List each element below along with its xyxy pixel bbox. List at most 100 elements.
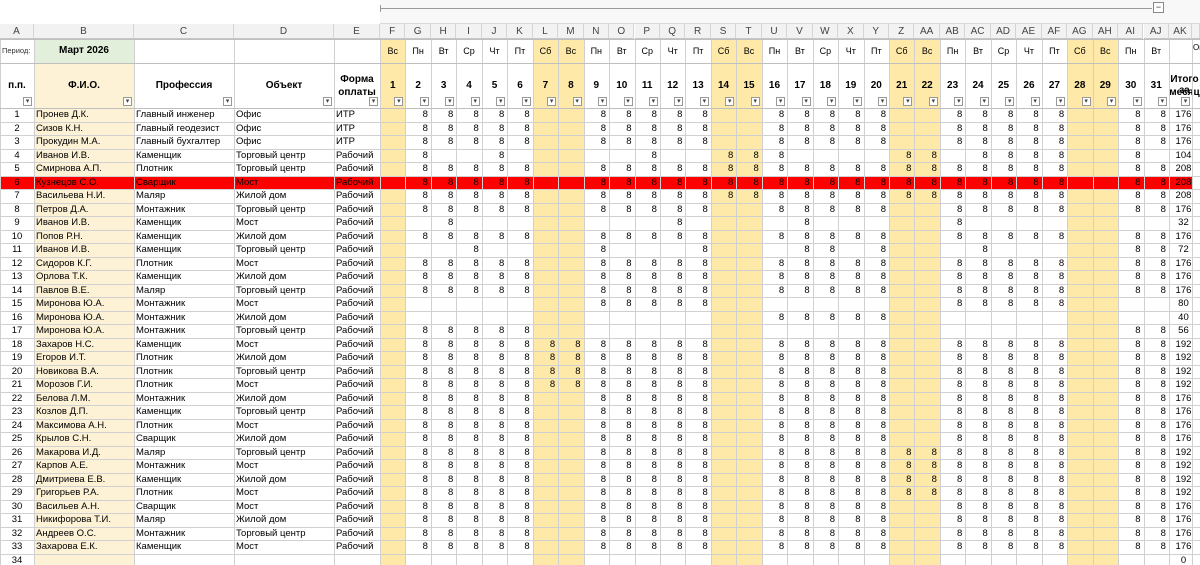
- hours-cell[interactable]: 8: [1042, 500, 1067, 514]
- hours-cell[interactable]: 8: [1042, 513, 1067, 527]
- pay-form-cell[interactable]: Рабочий: [336, 203, 379, 217]
- period-value-cell[interactable]: Март 2026: [34, 39, 134, 63]
- hours-cell[interactable]: 8: [507, 162, 532, 176]
- hours-cell[interactable]: 8: [787, 527, 812, 541]
- hours-cell[interactable]: 8: [787, 446, 812, 460]
- hours-cell[interactable]: 8: [838, 378, 863, 392]
- hours-cell[interactable]: 8: [762, 392, 787, 406]
- column-header-q[interactable]: Q: [659, 24, 686, 39]
- hours-cell[interactable]: 8: [787, 473, 812, 487]
- hours-cell[interactable]: 8: [685, 108, 710, 122]
- hours-cell[interactable]: 8: [1042, 284, 1067, 298]
- hours-cell[interactable]: 8: [762, 459, 787, 473]
- hours-cell[interactable]: 8: [864, 203, 889, 217]
- hours-cell[interactable]: 8: [456, 324, 481, 338]
- hours-cell[interactable]: 8: [711, 176, 736, 190]
- object-cell[interactable]: Мост: [236, 486, 333, 500]
- employee-name-cell[interactable]: Макарова И.Д.: [36, 446, 133, 460]
- hours-cell[interactable]: 8: [1016, 189, 1041, 203]
- hours-cell[interactable]: 8: [431, 500, 456, 514]
- hours-cell[interactable]: 8: [660, 486, 685, 500]
- hours-cell[interactable]: 8: [558, 351, 583, 365]
- hours-cell[interactable]: 8: [965, 419, 990, 433]
- hours-cell[interactable]: 8: [762, 162, 787, 176]
- hours-cell[interactable]: 8: [660, 135, 685, 149]
- profession-cell[interactable]: Монтажник: [136, 311, 233, 325]
- hours-cell[interactable]: 8: [635, 540, 660, 554]
- object-cell[interactable]: Торговый центр: [236, 365, 333, 379]
- hours-cell[interactable]: 8: [787, 365, 812, 379]
- hours-cell[interactable]: 8: [1118, 243, 1143, 257]
- hours-cell[interactable]: 8: [940, 446, 965, 460]
- object-cell[interactable]: [236, 554, 333, 565]
- pay-form-cell[interactable]: Рабочий: [336, 500, 379, 514]
- hours-cell[interactable]: 8: [1042, 486, 1067, 500]
- total-hours-cell[interactable]: 176: [1169, 419, 1198, 433]
- filter-dropdown-button[interactable]: ▾: [323, 97, 332, 106]
- hours-cell[interactable]: 8: [685, 419, 710, 433]
- hours-cell[interactable]: 8: [762, 405, 787, 419]
- filter-dropdown-button[interactable]: ▾: [801, 97, 811, 106]
- total-hours-cell[interactable]: 176: [1169, 392, 1198, 406]
- hours-cell[interactable]: 8: [1042, 419, 1067, 433]
- hours-cell[interactable]: 8: [609, 432, 634, 446]
- hours-cell[interactable]: 8: [940, 189, 965, 203]
- hours-cell[interactable]: 8: [914, 176, 939, 190]
- hours-cell[interactable]: 8: [660, 203, 685, 217]
- hours-cell[interactable]: 8: [405, 122, 430, 136]
- hours-cell[interactable]: 8: [405, 432, 430, 446]
- hours-cell[interactable]: 8: [685, 513, 710, 527]
- hours-cell[interactable]: 8: [609, 122, 634, 136]
- hours-cell[interactable]: 8: [762, 378, 787, 392]
- object-cell[interactable]: Жилой дом: [236, 473, 333, 487]
- hours-cell[interactable]: 8: [965, 513, 990, 527]
- hours-cell[interactable]: 8: [813, 392, 838, 406]
- hours-cell[interactable]: 8: [507, 176, 532, 190]
- hours-cell[interactable]: 8: [456, 378, 481, 392]
- hours-cell[interactable]: 8: [507, 500, 532, 514]
- hours-cell[interactable]: 8: [685, 122, 710, 136]
- hours-cell[interactable]: 8: [507, 419, 532, 433]
- hours-cell[interactable]: 8: [1016, 284, 1041, 298]
- object-cell[interactable]: Жилой дом: [236, 351, 333, 365]
- total-hours-cell[interactable]: 104: [1169, 149, 1198, 163]
- hours-cell[interactable]: 8: [1118, 135, 1143, 149]
- hours-cell[interactable]: 8: [711, 149, 736, 163]
- employee-name-cell[interactable]: Захаров Н.С.: [36, 338, 133, 352]
- hours-cell[interactable]: 8: [762, 338, 787, 352]
- column-header-a[interactable]: A: [0, 24, 34, 39]
- hours-cell[interactable]: 8: [431, 378, 456, 392]
- hours-cell[interactable]: 8: [685, 284, 710, 298]
- hours-cell[interactable]: 8: [1042, 392, 1067, 406]
- hours-cell[interactable]: 8: [813, 351, 838, 365]
- hours-cell[interactable]: 8: [864, 338, 889, 352]
- hours-cell[interactable]: 8: [1042, 338, 1067, 352]
- hours-cell[interactable]: 8: [660, 513, 685, 527]
- hours-cell[interactable]: 8: [431, 162, 456, 176]
- hours-cell[interactable]: 8: [660, 500, 685, 514]
- hours-cell[interactable]: 8: [864, 473, 889, 487]
- hours-cell[interactable]: 8: [1042, 270, 1067, 284]
- hours-cell[interactable]: 8: [584, 338, 609, 352]
- hours-cell[interactable]: 8: [507, 473, 532, 487]
- employee-name-cell[interactable]: Новикова В.А.: [36, 365, 133, 379]
- filter-dropdown-button[interactable]: ▾: [852, 97, 862, 106]
- hours-cell[interactable]: 8: [1144, 378, 1169, 392]
- hours-cell[interactable]: 8: [1016, 351, 1041, 365]
- hours-cell[interactable]: 8: [1118, 513, 1143, 527]
- hours-cell[interactable]: 8: [609, 338, 634, 352]
- pay-form-cell[interactable]: Рабочий: [336, 432, 379, 446]
- hours-cell[interactable]: 8: [507, 378, 532, 392]
- hours-cell[interactable]: 8: [1016, 459, 1041, 473]
- hours-cell[interactable]: 8: [533, 378, 558, 392]
- hours-cell[interactable]: 8: [456, 432, 481, 446]
- hours-cell[interactable]: 8: [507, 324, 532, 338]
- hours-cell[interactable]: 8: [864, 108, 889, 122]
- hours-cell[interactable]: 8: [456, 284, 481, 298]
- hours-cell[interactable]: 8: [456, 108, 481, 122]
- hours-cell[interactable]: 8: [1118, 392, 1143, 406]
- object-cell[interactable]: Торговый центр: [236, 405, 333, 419]
- hours-cell[interactable]: 8: [609, 500, 634, 514]
- hours-cell[interactable]: 8: [813, 257, 838, 271]
- hours-cell[interactable]: 8: [405, 162, 430, 176]
